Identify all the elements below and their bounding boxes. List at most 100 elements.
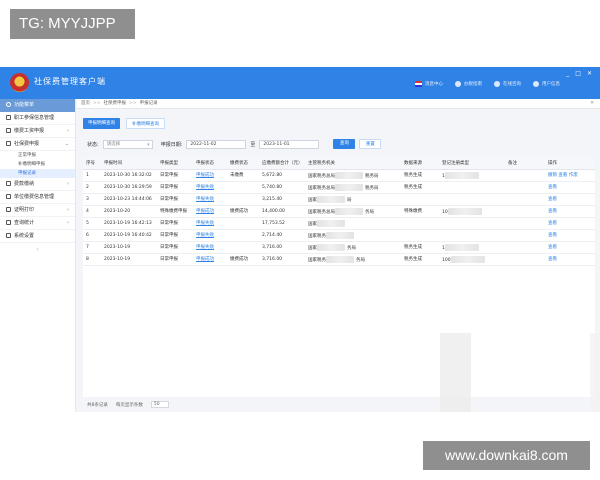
cell-ops[interactable]: 查看 — [545, 253, 595, 266]
close-icon[interactable]: ✕ — [587, 70, 592, 77]
table-row[interactable]: 1 2023-10-30 16:32:02 日常申报 申报成功 未缴费 5,672.80 国… — [83, 169, 595, 182]
cell-status[interactable]: 申报失败 — [193, 217, 227, 230]
cell-ops[interactable]: 查看 — [545, 217, 595, 230]
topbar-user[interactable]: 用户信息 — [533, 81, 560, 87]
chevron-right-icon: › — [67, 128, 69, 134]
tab-supplement-detail[interactable]: 补缴明细查询 — [126, 118, 165, 129]
breadcrumb-fee-declare[interactable]: 社保费申报 — [104, 99, 127, 108]
tab-declare-detail[interactable]: 申报明细查询 — [83, 118, 120, 129]
redaction-blur — [326, 255, 354, 263]
cell-ops[interactable]: 查看 — [545, 205, 595, 218]
chevron-right-icon: › — [67, 207, 69, 213]
sidebar-collapse-icon[interactable]: ‹ — [0, 246, 75, 253]
date-from-input[interactable]: 2022-11-02 — [186, 139, 247, 149]
breadcrumb-separator: >> — [93, 101, 101, 106]
minimize-icon[interactable]: _ — [566, 70, 569, 77]
cell-reg: 100 — [439, 253, 505, 266]
per-page-select[interactable]: 50 — [150, 401, 169, 408]
cell-note — [505, 229, 545, 242]
cell-time: 2023-10-30 16:32:02 — [101, 169, 157, 182]
sidebar-subitem-declare-records[interactable]: 申报记录 — [0, 169, 75, 178]
cell-ops[interactable]: 撤销 查看 作废 — [545, 169, 595, 182]
redaction-blur — [444, 171, 479, 179]
cell-org: 国家 局 — [305, 193, 401, 206]
date-to-input[interactable]: 2023-11-01 — [259, 139, 320, 149]
cell-pay — [227, 181, 259, 194]
topbar-messages[interactable]: 消息中心 — [415, 81, 443, 87]
user-icon — [533, 81, 539, 87]
edit-icon — [6, 128, 11, 133]
cell-ops[interactable]: 查看 — [545, 181, 595, 194]
sidebar-item-settings[interactable]: 系统设置 — [0, 230, 75, 243]
cell-src: 税务生成 — [401, 241, 439, 254]
menu-icon — [6, 102, 11, 107]
cell-ops[interactable]: 查看 — [545, 229, 595, 242]
close-tab-icon[interactable]: ✕ — [590, 99, 594, 109]
redaction-blur — [317, 219, 345, 227]
cell-time: 2023-10-20 — [101, 205, 157, 218]
title-bar: 社保费管理客户端 消息中心 办税指南 在线咨询 用户信息 _ □ ✕ — [0, 67, 600, 99]
sidebar-item-employee-info[interactable]: 职工参保信息管理 — [0, 112, 75, 125]
topbar-guide[interactable]: 办税指南 — [455, 81, 482, 87]
cell-status[interactable]: 申报失败 — [193, 181, 227, 194]
table-row[interactable]: 2 2023-10-30 16:29:59 日常申报 申报失败 5,740.80 国家税务… — [83, 181, 595, 194]
org-name-suffix: 务局 — [356, 257, 365, 263]
cell-reg — [439, 181, 505, 194]
topbar-consult[interactable]: 在线咨询 — [494, 81, 521, 87]
cell-type: 日常申报 — [157, 241, 193, 254]
cell-status[interactable]: 申报失败 — [193, 193, 227, 206]
cell-status[interactable]: 申报失败 — [193, 241, 227, 254]
cell-src: 特殊缴费 — [401, 205, 439, 218]
sidebar-item-wage-declare[interactable]: 缴费工资申报 › — [0, 125, 75, 138]
cell-org: 国家税务 — [305, 229, 401, 242]
sidebar-item-certificate-print[interactable]: 证明打印 › — [0, 204, 75, 217]
cell-status[interactable]: 申报成功 — [193, 253, 227, 266]
redaction-blur — [335, 183, 363, 191]
cell-note — [505, 193, 545, 206]
cell-ops[interactable]: 查看 — [545, 193, 595, 206]
cell-amount: 2,714.40 — [259, 229, 305, 242]
cell-ops[interactable]: 查看 — [545, 241, 595, 254]
cell-src — [401, 229, 439, 242]
maximize-icon[interactable]: □ — [575, 70, 581, 77]
table-row[interactable]: 8 2023-10-19 日常申报 申报成功 缴费成功 3,716.00 国家税务 务局 税务生… — [83, 253, 595, 266]
cell-time: 2023-10-19 16:42:13 — [101, 217, 157, 230]
sidebar-item-query-stats[interactable]: 查询统计 › — [0, 217, 75, 230]
cell-amount: 5,672.80 — [259, 169, 305, 182]
reset-button[interactable]: 重置 — [359, 139, 382, 149]
table-row[interactable]: 5 2023-10-19 16:42:13 日常申报 申报失败 17,753.52 国家 查… — [83, 217, 595, 230]
cell-status[interactable]: 申报失败 — [193, 229, 227, 242]
cell-type: 日常申报 — [157, 181, 193, 194]
date-to-label: 至 — [250, 141, 256, 148]
table-row[interactable]: 6 2023-10-19 16:40:42 日常申报 申报失败 2,714.40 国家税务… — [83, 229, 595, 242]
cell-status[interactable]: 申报成功 — [193, 205, 227, 218]
cell-seq: 4 — [83, 205, 101, 218]
sidebar-subitem-supplement-declare[interactable]: 补缴明细申报 — [0, 160, 75, 169]
sidebar-item-payment[interactable]: 费款缴纳 › — [0, 178, 75, 191]
table-row[interactable]: 3 2023-10-23 14:44:06 日常申报 申报失败 3,215.40 国家 局 查… — [83, 193, 595, 206]
chevron-right-icon: › — [67, 220, 69, 226]
org-name: 国家税务 — [308, 233, 326, 239]
cell-src — [401, 193, 439, 206]
org-name-suffix: 务局 — [347, 245, 356, 251]
cell-note — [505, 181, 545, 194]
sidebar-item-fee-declare[interactable]: 社保费申报 ⌄ — [0, 138, 75, 151]
breadcrumb-current: 申报记录 — [139, 101, 158, 106]
cell-org: 国家税务总局 税务局 — [305, 181, 401, 194]
sidebar: 功能菜单 职工参保信息管理 缴费工资申报 › 社保费申报 ⌄ 正常申报 补缴明细申报… — [0, 99, 76, 412]
cell-pay — [227, 193, 259, 206]
breadcrumb-home[interactable]: 首页 — [81, 99, 90, 108]
table-row[interactable]: 7 2023-10-19 日常申报 申报失败 3,716.00 国家 务局 税务生成 1 查看 — [83, 241, 595, 254]
sidebar-item-unit-info[interactable]: 单位缴费信息管理 — [0, 191, 75, 204]
redaction-blur — [335, 171, 363, 179]
table-row[interactable]: 4 2023-10-20 特殊缴费申报 申报成功 缴费成功 14,400.00 国家税务总局… — [83, 205, 595, 218]
cell-status[interactable]: 申报成功 — [193, 169, 227, 182]
org-name: 国家税务总局 — [308, 185, 335, 191]
cell-type: 日常申报 — [157, 253, 193, 266]
sidebar-subitem-normal-declare[interactable]: 正常申报 — [0, 151, 75, 160]
status-select[interactable]: 请选择 — [102, 139, 153, 149]
column-header: 申报类型 — [157, 157, 193, 170]
redaction-blur — [326, 231, 354, 239]
query-button[interactable]: 查询 — [333, 139, 356, 149]
cell-pay — [227, 229, 259, 242]
